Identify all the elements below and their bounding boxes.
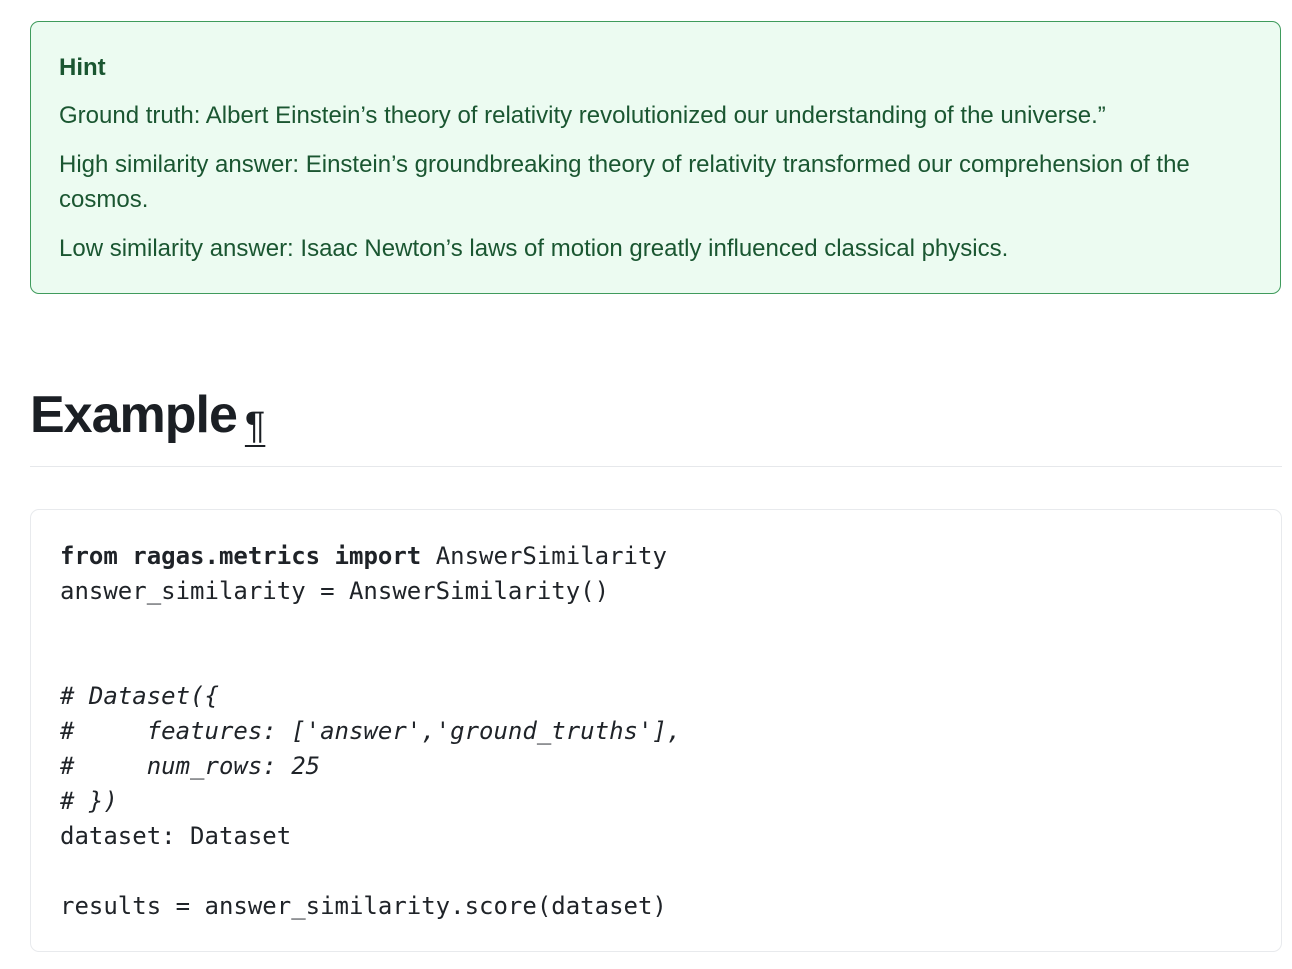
code-keyword: import <box>334 542 422 570</box>
code-line: from ragas.metrics import AnswerSimilari… <box>60 539 1253 574</box>
section-heading-text: Example <box>30 386 238 444</box>
code-line: dataset: Dataset <box>60 822 292 850</box>
code-comment: # num_rows: 25 <box>60 752 321 780</box>
code-line: results = answer_similarity.score(datase… <box>60 892 667 920</box>
code-keyword: from <box>60 542 118 570</box>
code-comment: # features: ['answer','ground_truths'], <box>60 717 682 745</box>
code-comment: # Dataset({ <box>60 682 219 710</box>
code-comment: # }) <box>60 787 118 815</box>
code-module: ragas.metrics <box>117 542 335 570</box>
code-identifier: AnswerSimilarity <box>421 542 667 570</box>
section-heading: Example ¶ <box>30 382 265 459</box>
hint-high-similarity: High similarity answer: Einstein’s groun… <box>59 151 1190 213</box>
hint-low-similarity: Low similarity answer: Isaac Newton’s la… <box>59 235 1009 262</box>
hint-title: Hint <box>59 54 106 81</box>
code-block[interactable]: from ragas.metrics import AnswerSimilari… <box>30 509 1282 952</box>
hint-ground-truth: Ground truth: Albert Einstein’s theory o… <box>59 102 1106 129</box>
hint-admonition: Hint Ground truth: Albert Einstein’s the… <box>30 21 1281 294</box>
heading-divider <box>30 466 1282 467</box>
heading-anchor-link[interactable]: ¶ <box>245 393 265 459</box>
code-line: answer_similarity = AnswerSimilarity() <box>60 577 610 605</box>
